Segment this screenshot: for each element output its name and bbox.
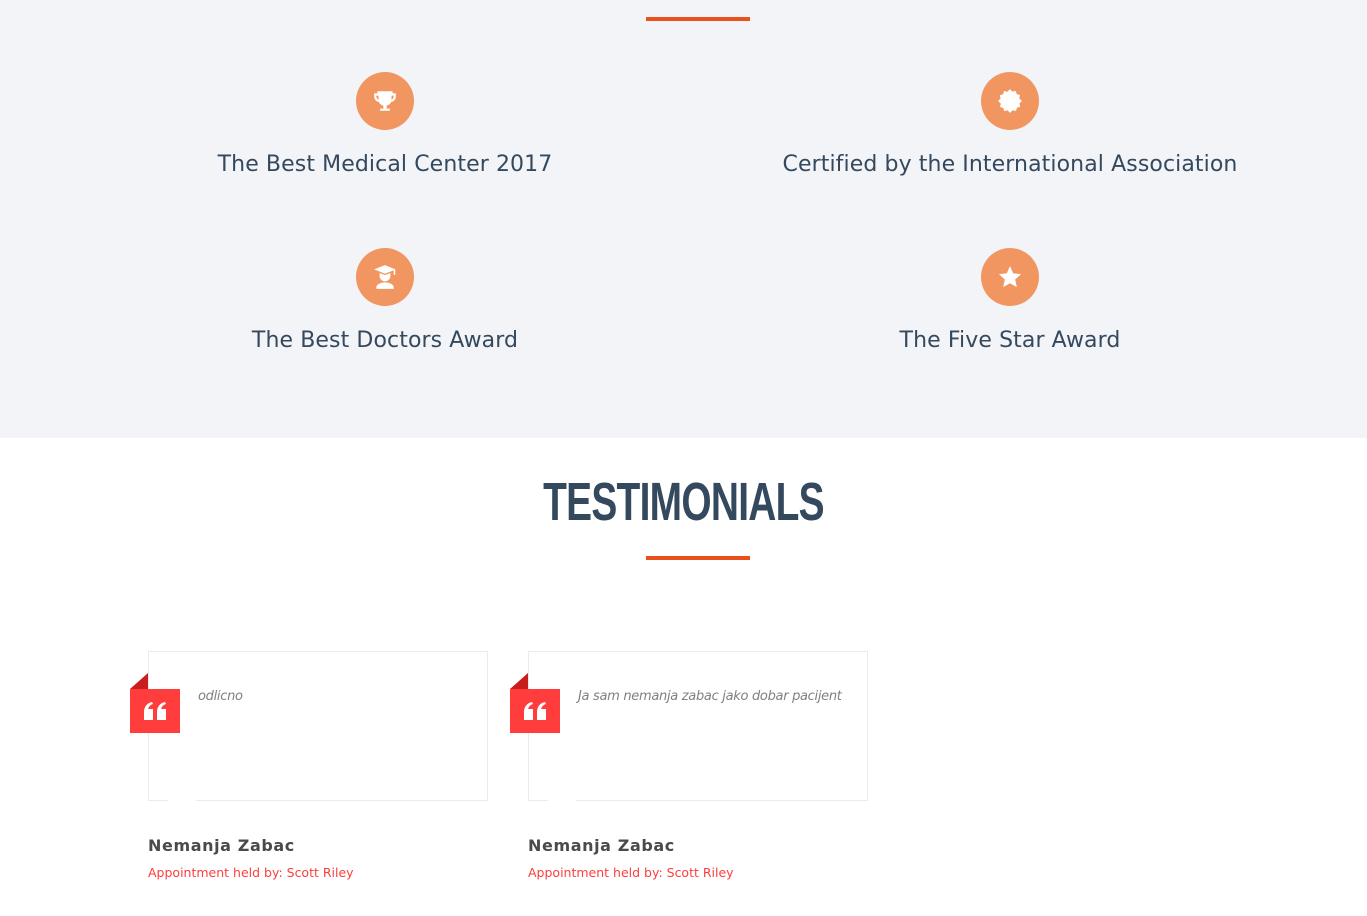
award-item: The Best Doctors Award [85,248,685,353]
award-title: The Five Star Award [899,328,1121,353]
star-icon [981,248,1039,306]
trophy-icon [356,72,414,130]
testimonial-quote-box [148,651,488,801]
page: The Best Medical Center 2017 Certified b… [0,0,1367,916]
speech-notch [168,796,196,806]
award-item: The Five Star Award [710,248,1310,353]
testimonial-quote-box [528,651,868,801]
speech-notch [548,796,576,806]
quote-badge-fold [510,673,528,689]
award-item: The Best Medical Center 2017 [85,72,685,177]
award-title: The Best Doctors Award [251,328,519,353]
award-item: Certified by the International Associati… [710,72,1310,177]
quote-badge-fold [130,673,148,689]
testimonials-heading: TESTIMONIALS [543,472,825,532]
testimonial-author: Nemanja Zabac [528,836,675,855]
award-title: The Best Medical Center 2017 [217,152,553,177]
testimonial-text: odlicno [198,689,243,704]
testimonial-meta: Appointment held by: Scott Riley [528,865,734,880]
testimonial-meta: Appointment held by: Scott Riley [148,865,354,880]
section-divider [646,556,750,560]
quote-icon [510,689,560,733]
quote-icon [130,689,180,733]
testimonial-author: Nemanja Zabac [148,836,295,855]
award-title: Certified by the International Associati… [782,152,1238,177]
testimonial-text: Ja sam nemanja zabac jako dobar pacijent [578,689,842,704]
certificate-badge-icon [981,72,1039,130]
graduate-doctor-icon [356,248,414,306]
awards-section: The Best Medical Center 2017 Certified b… [0,0,1367,438]
section-divider [646,17,750,21]
